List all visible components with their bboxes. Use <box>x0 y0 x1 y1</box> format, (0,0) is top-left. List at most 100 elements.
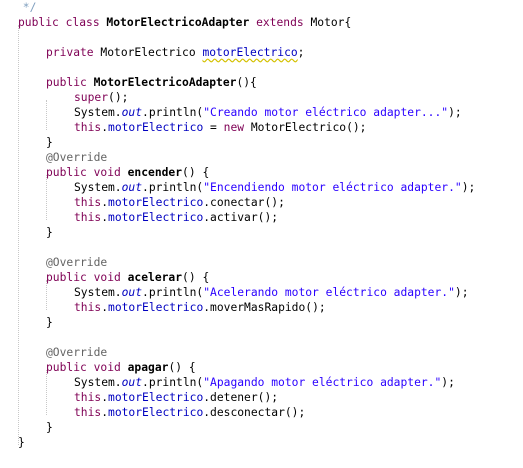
code-token: "Acelerando motor eléctrico adapter." <box>203 286 455 299</box>
code-token: () { <box>168 361 196 374</box>
code-token: this <box>74 406 102 419</box>
code-token: motorElectrico <box>108 211 204 224</box>
code-token: "Creando motor eléctrico adapter..." <box>203 106 449 119</box>
code-line[interactable]: public void encender() { <box>46 165 209 180</box>
code-token: .moverMasRapido(); <box>203 301 326 314</box>
code-token: System. <box>74 181 122 194</box>
code-line[interactable]: @Override <box>46 345 107 360</box>
code-token: motorElectrico <box>108 391 204 404</box>
code-token: MotorElectricoAdapter <box>93 76 237 89</box>
code-line[interactable]: public MotorElectricoAdapter(){ <box>46 75 257 90</box>
code-token: .println( <box>142 106 204 119</box>
code-token: ); <box>461 181 476 194</box>
code-token: } <box>46 316 53 329</box>
code-token: } <box>46 226 53 239</box>
code-token: . <box>101 391 109 404</box>
indent-guide-constructor <box>46 100 47 130</box>
code-token: this <box>74 301 102 314</box>
code-token: MotorElectrico <box>100 46 203 59</box>
code-line[interactable]: this.motorElectrico.conectar(); <box>74 195 285 210</box>
code-token: } <box>46 421 53 434</box>
code-token: motorElectrico <box>108 121 204 134</box>
code-token: . <box>101 196 109 209</box>
code-token: System. <box>74 376 122 389</box>
code-token: Motor{ <box>303 16 352 29</box>
code-token: motorElectrico <box>108 196 204 209</box>
code-token: this <box>74 391 102 404</box>
code-token: } <box>46 136 53 149</box>
code-line[interactable]: } <box>46 135 53 150</box>
code-line[interactable]: System.out.println("Creando motor eléctr… <box>74 105 462 120</box>
code-line[interactable]: private MotorElectrico motorElectrico; <box>46 45 304 60</box>
code-token: ; <box>297 46 305 59</box>
code-token: void <box>93 271 128 284</box>
code-editor[interactable]: */public class MotorElectricoAdapter ext… <box>0 0 523 468</box>
code-line[interactable]: } <box>46 225 53 240</box>
code-line[interactable]: } <box>46 315 53 330</box>
code-token: motorElectrico <box>108 406 204 419</box>
code-token: out <box>121 181 143 194</box>
code-token: .detener(); <box>203 391 279 404</box>
code-token: ); <box>441 376 455 389</box>
code-token: public <box>46 166 94 179</box>
code-token: .activar(); <box>203 211 279 224</box>
code-token: System. <box>74 106 122 119</box>
code-token: @Override <box>46 256 108 269</box>
code-token: void <box>93 166 128 179</box>
code-line[interactable]: this.motorElectrico.activar(); <box>74 210 278 225</box>
code-line[interactable]: } <box>18 435 25 450</box>
code-token: public class <box>18 16 107 29</box>
code-token: apagar <box>127 361 169 374</box>
code-token: (); <box>108 91 129 104</box>
code-token: . <box>101 301 109 314</box>
code-token: . <box>101 121 109 134</box>
code-token: out <box>121 106 143 119</box>
code-line[interactable]: System.out.println("Acelerando motor elé… <box>74 285 469 300</box>
code-token: public <box>46 361 94 374</box>
code-token: void <box>93 361 128 374</box>
code-token: () { <box>182 271 210 284</box>
indent-guide-class <box>18 25 19 445</box>
code-line[interactable]: this.motorElectrico = new MotorElectrico… <box>74 120 367 135</box>
code-token: .desconectar(); <box>203 406 306 419</box>
code-token: ); <box>448 106 462 119</box>
code-token: this <box>74 121 102 134</box>
code-line[interactable]: System.out.println("Apagando motor eléct… <box>74 375 455 390</box>
code-line[interactable]: public void apagar() { <box>46 360 196 375</box>
indent-guide-encender <box>46 175 47 220</box>
code-token: } <box>18 436 25 449</box>
code-token: "Apagando motor eléctrico adapter." <box>203 376 442 389</box>
code-line[interactable]: super(); <box>74 90 128 105</box>
code-line[interactable]: @Override <box>46 255 107 270</box>
code-token: @Override <box>46 151 108 164</box>
code-line[interactable]: this.motorElectrico.desconectar(); <box>74 405 305 420</box>
code-token: acelerar <box>127 271 183 284</box>
code-line[interactable]: */ <box>16 0 37 15</box>
code-token: MotorElectricoAdapter <box>106 16 250 29</box>
code-line[interactable]: System.out.println("Encendiendo motor el… <box>74 180 475 195</box>
code-token: "Encendiendo motor eléctrico adapter." <box>203 181 462 194</box>
code-token: . <box>101 211 109 224</box>
code-token: new <box>223 121 245 134</box>
code-token: .conectar(); <box>203 196 285 209</box>
code-token: */ <box>16 1 37 14</box>
code-line[interactable]: } <box>46 420 53 435</box>
code-token: .println( <box>142 376 204 389</box>
code-token: MotorElectrico(); <box>244 121 367 134</box>
code-line[interactable]: @Override <box>46 150 107 165</box>
code-token: ); <box>454 286 469 299</box>
code-token: () { <box>182 166 210 179</box>
code-line[interactable]: this.motorElectrico.moverMasRapido(); <box>74 300 326 315</box>
code-token: super <box>74 91 109 104</box>
code-token: .println( <box>142 286 204 299</box>
code-line[interactable]: public void acelerar() { <box>46 270 209 285</box>
code-token: System. <box>74 286 122 299</box>
code-line[interactable]: this.motorElectrico.detener(); <box>74 390 278 405</box>
code-token: (){ <box>236 76 257 89</box>
code-token: this <box>74 211 102 224</box>
code-token: private <box>46 46 101 59</box>
code-token: .println( <box>142 181 204 194</box>
code-token: motorElectrico <box>202 46 298 59</box>
code-token: out <box>121 376 143 389</box>
code-line[interactable]: public class MotorElectricoAdapter exten… <box>18 15 351 30</box>
